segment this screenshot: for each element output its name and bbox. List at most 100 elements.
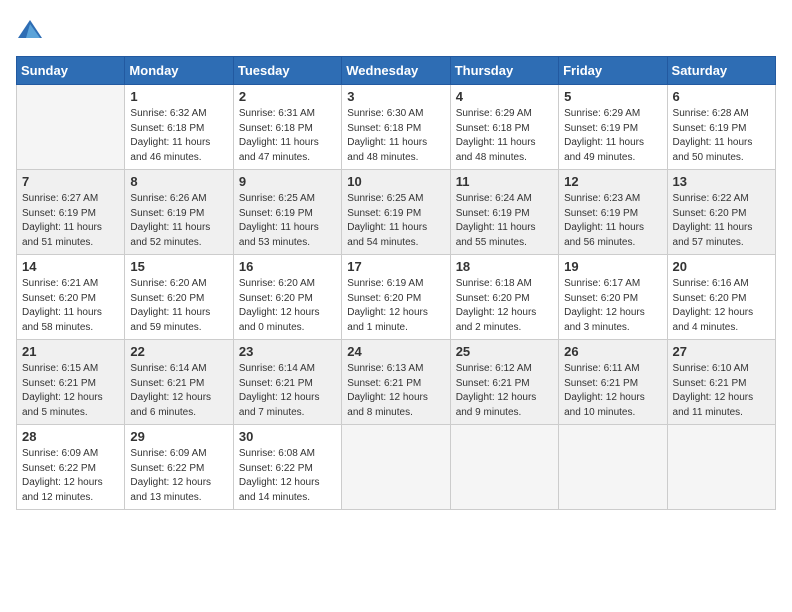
day-number: 16 <box>239 259 336 274</box>
calendar-day-cell: 29 Sunrise: 6:09 AM Sunset: 6:22 PM Dayli… <box>125 425 233 510</box>
calendar-day-cell: 3 Sunrise: 6:30 AM Sunset: 6:18 PM Daylig… <box>342 85 450 170</box>
calendar-day-cell: 2 Sunrise: 6:31 AM Sunset: 6:18 PM Daylig… <box>233 85 341 170</box>
calendar-day-cell <box>667 425 775 510</box>
day-number: 25 <box>456 344 553 359</box>
calendar-day-cell <box>17 85 125 170</box>
calendar-day-cell: 7Sunrise: 6:27 AM Sunset: 6:19 PM Daylig… <box>17 170 125 255</box>
day-header-friday: Friday <box>559 57 667 85</box>
day-number: 15 <box>130 259 227 274</box>
calendar-day-cell: 12 Sunrise: 6:23 AM Sunset: 6:19 PM Dayli… <box>559 170 667 255</box>
calendar-day-cell: 11 Sunrise: 6:24 AM Sunset: 6:19 PM Dayli… <box>450 170 558 255</box>
day-info: Sunrise: 6:09 AM Sunset: 6:22 PM Dayligh… <box>22 447 119 505</box>
day-info: Sunrise: 6:29 AM Sunset: 6:18 PM Dayligh… <box>456 107 553 165</box>
day-number: 13 <box>673 174 770 189</box>
calendar-day-cell: 14 Sunrise: 6:21 AM Sunset: 6:20 PM Dayli… <box>17 255 125 340</box>
day-info: Sunrise: 6:19 AM Sunset: 6:20 PM Dayligh… <box>347 277 444 335</box>
day-number: 19 <box>564 259 661 274</box>
day-number: 26 <box>564 344 661 359</box>
calendar-day-cell: 1Sunrise: 6:32 AM Sunset: 6:18 PM Daylig… <box>125 85 233 170</box>
day-info: Sunrise: 6:09 AM Sunset: 6:22 PM Dayligh… <box>130 447 227 505</box>
calendar-day-cell: 19 Sunrise: 6:17 AM Sunset: 6:20 PM Dayli… <box>559 255 667 340</box>
day-number: 7 <box>22 174 119 189</box>
calendar-day-cell: 13Sunrise: 6:22 AM Sunset: 6:20 PM Dayli… <box>667 170 775 255</box>
day-info: Sunrise: 6:21 AM Sunset: 6:20 PM Dayligh… <box>22 277 119 335</box>
day-info: Sunrise: 6:30 AM Sunset: 6:18 PM Dayligh… <box>347 107 444 165</box>
calendar-day-cell <box>342 425 450 510</box>
calendar-day-cell: 15Sunrise: 6:20 AM Sunset: 6:20 PM Dayli… <box>125 255 233 340</box>
day-info: Sunrise: 6:26 AM Sunset: 6:19 PM Dayligh… <box>130 192 227 250</box>
day-number: 4 <box>456 89 553 104</box>
calendar-day-cell: 26 Sunrise: 6:11 AM Sunset: 6:21 PM Dayli… <box>559 340 667 425</box>
day-info: Sunrise: 6:23 AM Sunset: 6:19 PM Dayligh… <box>564 192 661 250</box>
day-header-saturday: Saturday <box>667 57 775 85</box>
calendar-day-cell: 4 Sunrise: 6:29 AM Sunset: 6:18 PM Daylig… <box>450 85 558 170</box>
calendar-week-row: 7Sunrise: 6:27 AM Sunset: 6:19 PM Daylig… <box>17 170 776 255</box>
day-number: 24 <box>347 344 444 359</box>
day-header-thursday: Thursday <box>450 57 558 85</box>
day-number: 27 <box>673 344 770 359</box>
day-info: Sunrise: 6:13 AM Sunset: 6:21 PM Dayligh… <box>347 362 444 420</box>
calendar-day-cell: 24 Sunrise: 6:13 AM Sunset: 6:21 PM Dayli… <box>342 340 450 425</box>
day-header-wednesday: Wednesday <box>342 57 450 85</box>
day-number: 23 <box>239 344 336 359</box>
day-info: Sunrise: 6:28 AM Sunset: 6:19 PM Dayligh… <box>673 107 770 165</box>
calendar-day-cell: 10 Sunrise: 6:25 AM Sunset: 6:19 PM Dayli… <box>342 170 450 255</box>
day-number: 28 <box>22 429 119 444</box>
day-info: Sunrise: 6:20 AM Sunset: 6:20 PM Dayligh… <box>239 277 336 335</box>
calendar-week-row: 14 Sunrise: 6:21 AM Sunset: 6:20 PM Dayli… <box>17 255 776 340</box>
calendar-week-row: 21 Sunrise: 6:15 AM Sunset: 6:21 PM Dayli… <box>17 340 776 425</box>
day-number: 18 <box>456 259 553 274</box>
page-header <box>16 16 776 44</box>
calendar-table: SundayMondayTuesdayWednesdayThursdayFrid… <box>16 56 776 510</box>
day-number: 30 <box>239 429 336 444</box>
calendar-day-cell: 23Sunrise: 6:14 AM Sunset: 6:21 PM Dayli… <box>233 340 341 425</box>
calendar-day-cell: 22Sunrise: 6:14 AM Sunset: 6:21 PM Dayli… <box>125 340 233 425</box>
day-number: 5 <box>564 89 661 104</box>
logo-icon <box>16 16 44 44</box>
day-info: Sunrise: 6:10 AM Sunset: 6:21 PM Dayligh… <box>673 362 770 420</box>
calendar-day-cell: 20 Sunrise: 6:16 AM Sunset: 6:20 PM Dayli… <box>667 255 775 340</box>
day-header-sunday: Sunday <box>17 57 125 85</box>
day-number: 12 <box>564 174 661 189</box>
calendar-day-cell: 21 Sunrise: 6:15 AM Sunset: 6:21 PM Dayli… <box>17 340 125 425</box>
day-number: 20 <box>673 259 770 274</box>
day-number: 1 <box>130 89 227 104</box>
day-info: Sunrise: 6:18 AM Sunset: 6:20 PM Dayligh… <box>456 277 553 335</box>
day-info: Sunrise: 6:11 AM Sunset: 6:21 PM Dayligh… <box>564 362 661 420</box>
day-info: Sunrise: 6:15 AM Sunset: 6:21 PM Dayligh… <box>22 362 119 420</box>
calendar-day-cell: 18 Sunrise: 6:18 AM Sunset: 6:20 PM Dayli… <box>450 255 558 340</box>
logo <box>16 16 48 44</box>
day-info: Sunrise: 6:17 AM Sunset: 6:20 PM Dayligh… <box>564 277 661 335</box>
calendar-day-cell: 30 Sunrise: 6:08 AM Sunset: 6:22 PM Dayli… <box>233 425 341 510</box>
day-number: 11 <box>456 174 553 189</box>
calendar-day-cell: 28 Sunrise: 6:09 AM Sunset: 6:22 PM Dayli… <box>17 425 125 510</box>
calendar-day-cell: 16 Sunrise: 6:20 AM Sunset: 6:20 PM Dayli… <box>233 255 341 340</box>
day-number: 3 <box>347 89 444 104</box>
day-number: 10 <box>347 174 444 189</box>
day-info: Sunrise: 6:12 AM Sunset: 6:21 PM Dayligh… <box>456 362 553 420</box>
day-number: 9 <box>239 174 336 189</box>
calendar-header-row: SundayMondayTuesdayWednesdayThursdayFrid… <box>17 57 776 85</box>
day-info: Sunrise: 6:14 AM Sunset: 6:21 PM Dayligh… <box>130 362 227 420</box>
day-number: 17 <box>347 259 444 274</box>
day-number: 6 <box>673 89 770 104</box>
day-number: 2 <box>239 89 336 104</box>
calendar-day-cell: 5 Sunrise: 6:29 AM Sunset: 6:19 PM Daylig… <box>559 85 667 170</box>
day-info: Sunrise: 6:31 AM Sunset: 6:18 PM Dayligh… <box>239 107 336 165</box>
calendar-day-cell <box>559 425 667 510</box>
day-number: 14 <box>22 259 119 274</box>
day-number: 29 <box>130 429 227 444</box>
day-number: 21 <box>22 344 119 359</box>
day-header-monday: Monday <box>125 57 233 85</box>
calendar-week-row: 1Sunrise: 6:32 AM Sunset: 6:18 PM Daylig… <box>17 85 776 170</box>
day-info: Sunrise: 6:16 AM Sunset: 6:20 PM Dayligh… <box>673 277 770 335</box>
day-header-tuesday: Tuesday <box>233 57 341 85</box>
calendar-day-cell: 27 Sunrise: 6:10 AM Sunset: 6:21 PM Dayli… <box>667 340 775 425</box>
day-info: Sunrise: 6:25 AM Sunset: 6:19 PM Dayligh… <box>347 192 444 250</box>
calendar-day-cell: 25 Sunrise: 6:12 AM Sunset: 6:21 PM Dayli… <box>450 340 558 425</box>
day-info: Sunrise: 6:24 AM Sunset: 6:19 PM Dayligh… <box>456 192 553 250</box>
calendar-day-cell <box>450 425 558 510</box>
day-info: Sunrise: 6:29 AM Sunset: 6:19 PM Dayligh… <box>564 107 661 165</box>
calendar-day-cell: 6 Sunrise: 6:28 AM Sunset: 6:19 PM Daylig… <box>667 85 775 170</box>
day-info: Sunrise: 6:08 AM Sunset: 6:22 PM Dayligh… <box>239 447 336 505</box>
